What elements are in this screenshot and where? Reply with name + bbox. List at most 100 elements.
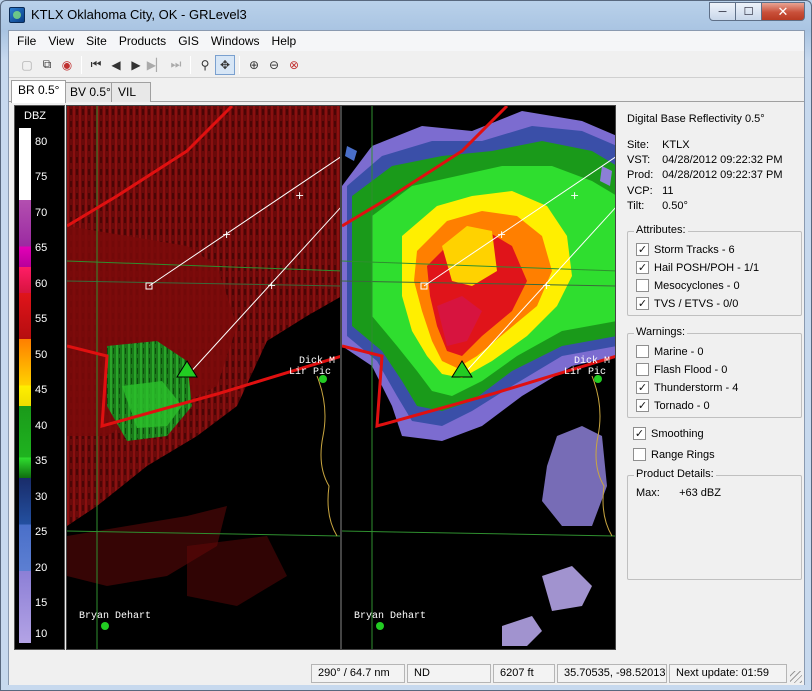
radar-view-left[interactable]: + + + Dick M Lir Pic Bryan Dehart [66,105,341,650]
legend-label: 65 [35,242,48,254]
warn-flash-flood[interactable]: Flash Flood - 0 [636,363,727,376]
close-button[interactable]: ✕ [761,2,805,21]
checkbox-icon[interactable] [636,363,649,376]
maximize-button[interactable]: ☐ [735,2,762,21]
next-frame-icon[interactable]: ▶▏ [146,55,166,75]
svg-text:+: + [295,189,304,202]
pan-icon[interactable]: ✥ [215,54,235,75]
radar-image-right: + + + [342,106,615,649]
main-area: DBZ 80 75 70 65 60 55 50 45 40 35 30 25 … [9,103,804,658]
checkbox-icon[interactable]: ✓ [636,243,649,256]
attributes-label: Attributes: [634,224,688,236]
legend-label: 15 [35,597,48,609]
color-legend-unit: DBZ [24,110,46,122]
svg-text:+: + [542,279,551,292]
info-panel: Digital Base Reflectivity 0.5° Site: KTL… [619,103,806,658]
attr-hail-label: Hail POSH/POH - 1/1 [654,261,760,274]
warn-tornado-label: Tornado - 0 [654,399,710,412]
menu-windows[interactable]: Windows [205,34,266,48]
attr-hail[interactable]: ✓ Hail POSH/POH - 1/1 [636,261,759,274]
svg-text:+: + [267,279,276,292]
radar-view-right[interactable]: + + + Dick M Lir Pic Bryan Dehart [341,105,616,650]
checkbox-icon[interactable] [633,448,646,461]
site-value: KTLX [662,139,690,151]
radar-image-left: + + + [67,106,340,649]
place-label-bryan: Bryan Dehart [79,611,152,622]
smoothing-toggle[interactable]: ✓ Smoothing [633,427,704,440]
legend-label: 45 [35,384,48,396]
copy-icon[interactable]: ⧉ [37,55,57,75]
legend-label: 10 [35,628,48,640]
prod-value: 04/28/2012 09:22:37 PM [662,169,783,181]
window-title: KTLX Oklahoma City, OK - GRLevel3 [31,7,247,22]
prev-frame-icon[interactable]: ◀ [106,55,126,75]
place-label-dick: Dick M [299,356,336,367]
tilt-row: Tilt: 0.50° [627,200,688,212]
place-label-lir: Lir Pic [564,367,607,378]
checkbox-icon[interactable] [636,279,649,292]
toolbar: ▢ ⧉ ◉ ⏮ ◀ ▶ ▶▏ ⏭ ⚲ ✥ ⊕ ⊖ ⊗ [9,52,804,78]
attr-mesocyclones[interactable]: Mesocyclones - 0 [636,279,740,292]
record-icon[interactable]: ◉ [57,55,77,75]
checkbox-icon[interactable]: ✓ [636,261,649,274]
product-title: Digital Base Reflectivity 0.5° [627,113,765,125]
last-frame-icon[interactable]: ⏭ [166,55,186,75]
prod-row: Prod: 04/28/2012 09:22:37 PM [627,169,783,181]
checkbox-icon[interactable]: ✓ [633,427,646,440]
status-value: ND [407,664,491,683]
client-area: File View Site Products GIS Windows Help… [8,30,805,685]
page-icon[interactable]: ▢ [17,55,37,75]
menu-site[interactable]: Site [80,34,113,48]
first-frame-icon[interactable]: ⏮ [86,55,106,75]
warn-marine[interactable]: Marine - 0 [636,345,704,358]
menu-file[interactable]: File [11,34,42,48]
vst-label: VST: [627,154,651,166]
color-legend-scale [19,128,31,643]
place-label-lir: Lir Pic [289,367,332,378]
menu-help[interactable]: Help [266,34,303,48]
warn-flash-flood-label: Flash Flood - 0 [654,363,728,376]
tab-vil[interactable]: VIL [111,82,151,102]
legend-label: 75 [35,171,48,183]
warn-tornado[interactable]: ✓ Tornado - 0 [636,399,710,412]
warnings-group: Warnings: Marine - 0 Flash Flood - 0 ✓ T… [627,326,802,418]
menu-gis[interactable]: GIS [172,34,205,48]
prod-label: Prod: [627,169,654,181]
app-window: KTLX Oklahoma City, OK - GRLevel3 ─ ☐ ✕ … [0,0,812,691]
product-tabs: BR 0.5° BV 0.5° VIL [9,80,804,103]
range-rings-toggle[interactable]: Range Rings [633,448,715,461]
attr-mesocyclones-label: Mesocyclones - 0 [654,279,740,292]
warn-thunderstorm-label: Thunderstorm - 4 [654,381,739,394]
warn-marine-label: Marine - 0 [654,345,704,358]
zoom-icon[interactable]: ⚲ [195,55,215,75]
svg-text:+: + [570,189,579,202]
minimize-button[interactable]: ─ [709,2,736,21]
zoom-out-icon[interactable]: ⊖ [264,55,284,75]
app-icon [9,7,25,23]
menu-products[interactable]: Products [113,34,172,48]
title-bar[interactable]: KTLX Oklahoma City, OK - GRLevel3 ─ ☐ ✕ [1,1,811,29]
product-details-label: Product Details: [634,468,716,480]
attr-storm-tracks[interactable]: ✓ Storm Tracks - 6 [636,243,735,256]
checkbox-icon[interactable]: ✓ [636,297,649,310]
tab-bv[interactable]: BV 0.5° [63,82,118,102]
resize-grip-icon[interactable] [790,671,802,683]
checkbox-icon[interactable]: ✓ [636,381,649,394]
checkbox-icon[interactable] [636,345,649,358]
zoom-in-icon[interactable]: ⊕ [244,55,264,75]
attr-tvs[interactable]: ✓ TVS / ETVS - 0/0 [636,297,738,310]
legend-label: 30 [35,491,48,503]
place-label-dick: Dick M [574,356,611,367]
tab-br[interactable]: BR 0.5° [11,80,67,103]
tilt-value: 0.50° [662,200,688,212]
max-value: +63 dBZ [679,487,721,499]
product-details-group: Product Details: Max: +63 dBZ [627,468,802,580]
smoothing-label: Smoothing [651,427,704,440]
checkbox-icon[interactable]: ✓ [636,399,649,412]
status-bar: 290° / 64.7 nm ND 6207 ft 35.70535, -98.… [9,661,804,685]
zoom-reset-icon[interactable]: ⊗ [284,55,304,75]
menu-view[interactable]: View [42,34,80,48]
legend-label: 80 [35,136,48,148]
warn-thunderstorm[interactable]: ✓ Thunderstorm - 4 [636,381,738,394]
play-icon[interactable]: ▶ [126,55,146,75]
